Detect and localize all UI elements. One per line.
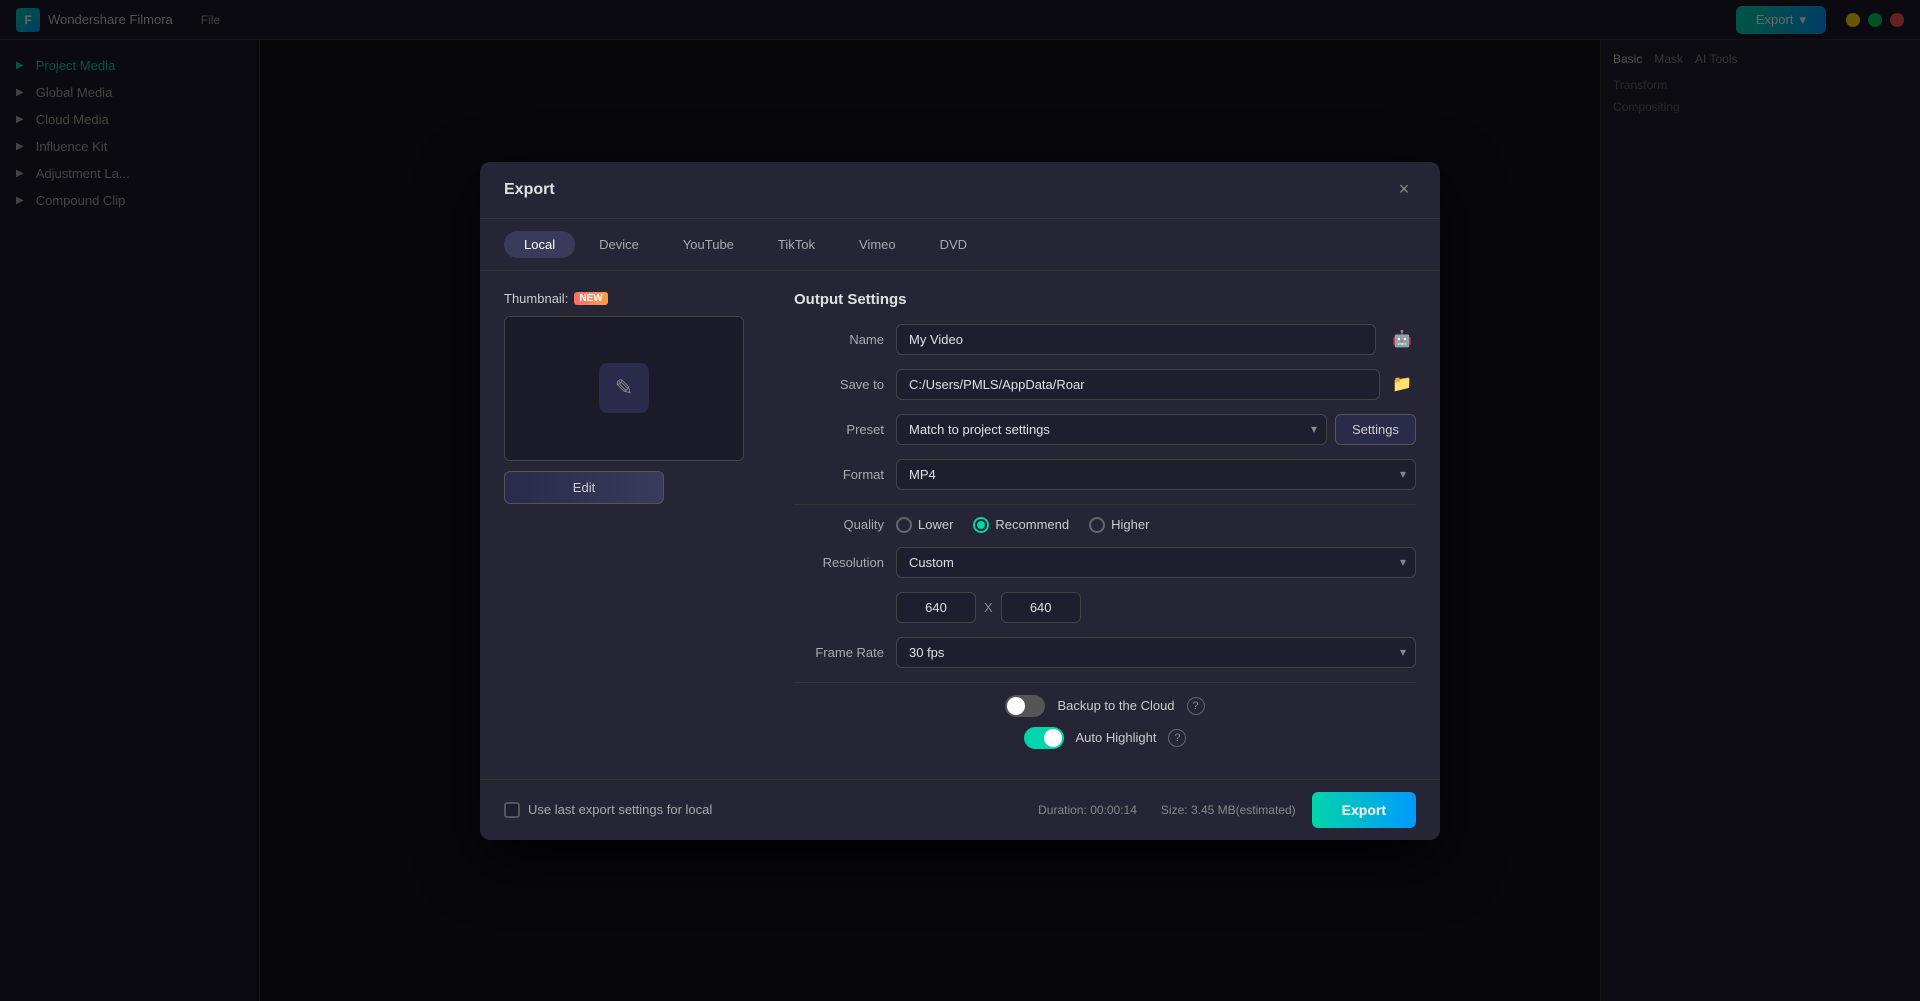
name-row: Name 🤖 — [794, 324, 1416, 355]
backup-cloud-info[interactable]: ? — [1187, 697, 1205, 715]
framerate-select[interactable]: 30 fps 24 fps 60 fps — [896, 637, 1416, 668]
ai-icon-button[interactable]: 🤖 — [1388, 325, 1416, 353]
footer-stats: Duration: 00:00:14 Size: 3.45 MB(estimat… — [1038, 803, 1296, 817]
dialog-footer: Use last export settings for local Durat… — [480, 779, 1440, 840]
name-label: Name — [794, 332, 884, 347]
dialog-body: Thumbnail: NEW ✎ Edit Output Settings Na… — [480, 271, 1440, 779]
tab-local[interactable]: Local — [504, 231, 575, 258]
thumbnail-panel: Thumbnail: NEW ✎ Edit — [504, 291, 764, 759]
dialog-header: Export × — [480, 162, 1440, 219]
resolution-select[interactable]: Custom 1920x1080 1280x720 — [896, 547, 1416, 578]
auto-highlight-label: Auto Highlight — [1076, 730, 1157, 745]
resolution-label: Resolution — [794, 555, 884, 570]
quality-label: Quality — [794, 517, 884, 532]
tab-device[interactable]: Device — [579, 231, 659, 258]
new-badge: NEW — [574, 292, 607, 305]
divider-2 — [794, 682, 1416, 683]
preset-select-wrapper: Match to project settings — [896, 414, 1327, 445]
framerate-row: Frame Rate 30 fps 24 fps 60 fps — [794, 637, 1416, 668]
quality-row: Quality Lower Recommend Higher — [794, 517, 1416, 533]
save-to-label: Save to — [794, 377, 884, 392]
tab-tiktok[interactable]: TikTok — [758, 231, 835, 258]
quality-recommend[interactable]: Recommend — [973, 517, 1069, 533]
thumbnail-icon: ✎ — [599, 363, 649, 413]
preset-select[interactable]: Match to project settings — [896, 414, 1327, 445]
dialog-close-button[interactable]: × — [1392, 178, 1416, 202]
edit-thumbnail-button[interactable]: Edit — [504, 471, 664, 504]
format-row: Format MP4 MOV AVI GIF — [794, 459, 1416, 490]
thumbnail-label: Thumbnail: NEW — [504, 291, 764, 306]
divider-1 — [794, 504, 1416, 505]
res-x-label: X — [984, 600, 993, 615]
res-width-input[interactable] — [896, 592, 976, 623]
output-panel: Output Settings Name 🤖 Save to 📁 Preset — [764, 291, 1416, 759]
name-input[interactable] — [896, 324, 1376, 355]
quality-higher[interactable]: Higher — [1089, 517, 1149, 533]
resolution-row: Resolution Custom 1920x1080 1280x720 — [794, 547, 1416, 578]
use-last-checkbox[interactable] — [504, 802, 520, 818]
thumbnail-box: ✎ — [504, 316, 744, 461]
size-stat: Size: 3.45 MB(estimated) — [1161, 803, 1296, 817]
resolution-inputs: X — [896, 592, 1416, 623]
preset-row: Preset Match to project settings Setting… — [794, 414, 1416, 445]
radio-higher — [1089, 517, 1105, 533]
tab-youtube[interactable]: YouTube — [663, 231, 754, 258]
backup-cloud-toggle[interactable] — [1005, 695, 1045, 717]
backup-cloud-row: Backup to the Cloud ? — [794, 695, 1416, 717]
auto-highlight-row: Auto Highlight ? — [794, 727, 1416, 749]
duration-stat: Duration: 00:00:14 — [1038, 803, 1137, 817]
dialog-tabs: Local Device YouTube TikTok Vimeo DVD — [480, 219, 1440, 271]
backup-cloud-label: Backup to the Cloud — [1057, 698, 1174, 713]
use-last-settings-label[interactable]: Use last export settings for local — [504, 802, 712, 818]
quality-lower[interactable]: Lower — [896, 517, 953, 533]
folder-browse-button[interactable]: 📁 — [1388, 370, 1416, 398]
tab-vimeo[interactable]: Vimeo — [839, 231, 916, 258]
save-to-row: Save to 📁 — [794, 369, 1416, 400]
format-label: Format — [794, 467, 884, 482]
radio-recommend — [973, 517, 989, 533]
framerate-label: Frame Rate — [794, 645, 884, 660]
format-select[interactable]: MP4 MOV AVI GIF — [896, 459, 1416, 490]
save-to-input[interactable] — [896, 369, 1380, 400]
export-final-button[interactable]: Export — [1312, 792, 1416, 828]
framerate-select-wrapper: 30 fps 24 fps 60 fps — [896, 637, 1416, 668]
preset-label: Preset — [794, 422, 884, 437]
res-height-input[interactable] — [1001, 592, 1081, 623]
radio-lower — [896, 517, 912, 533]
export-dialog: Export × Local Device YouTube TikTok Vim… — [480, 162, 1440, 840]
settings-button[interactable]: Settings — [1335, 414, 1416, 445]
output-settings-title: Output Settings — [794, 291, 1416, 308]
dialog-title: Export — [504, 181, 555, 199]
format-select-wrapper: MP4 MOV AVI GIF — [896, 459, 1416, 490]
resolution-select-wrapper: Custom 1920x1080 1280x720 — [896, 547, 1416, 578]
quality-radio-group: Lower Recommend Higher — [896, 517, 1149, 533]
auto-highlight-info[interactable]: ? — [1168, 729, 1186, 747]
tab-dvd[interactable]: DVD — [920, 231, 987, 258]
auto-highlight-toggle[interactable] — [1024, 727, 1064, 749]
